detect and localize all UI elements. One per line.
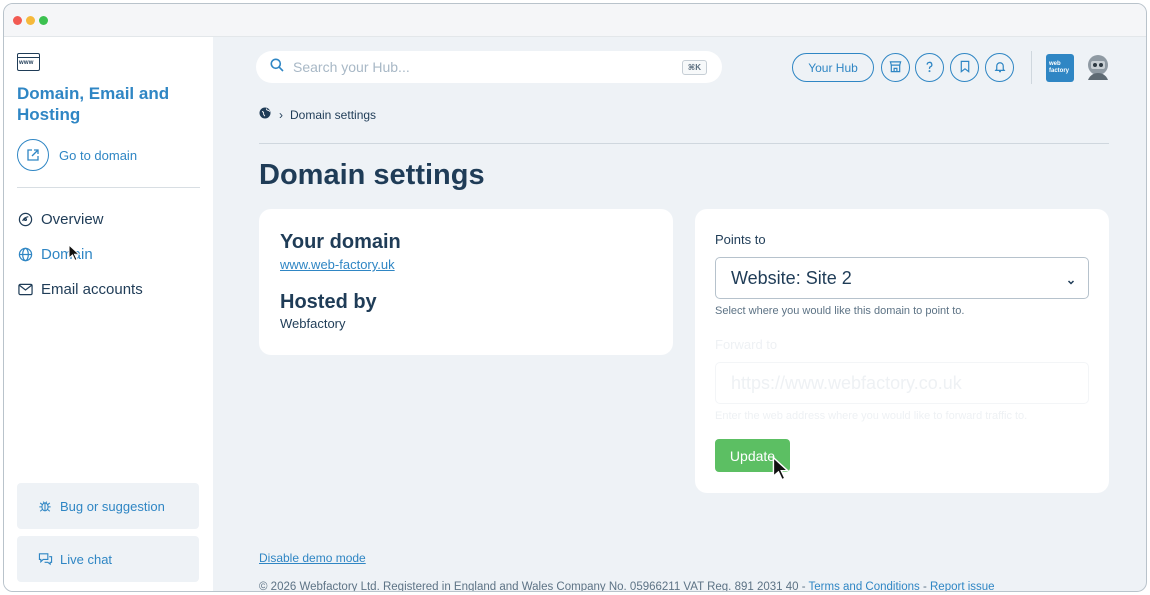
bug-icon [37,498,53,514]
live-chat-label: Live chat [60,551,113,567]
store-button[interactable] [881,53,910,82]
header-separator [259,143,1109,144]
minimize-window-button[interactable] [26,16,35,25]
live-chat-button[interactable]: Live chat [17,536,199,582]
search-bar[interactable]: ⌘K [256,51,722,83]
domain-link[interactable]: www.web-factory.uk [280,257,395,272]
disable-demo-mode-link[interactable]: Disable demo mode [259,551,366,565]
report-issue-link[interactable]: Report issue [930,581,995,591]
search-input[interactable] [293,59,673,75]
globe-icon [17,246,33,262]
help-button[interactable] [915,53,944,82]
forward-to-label: Forward to [715,337,778,352]
points-to-select[interactable]: Website: Site 2 [715,257,1089,299]
your-hub-button[interactable]: Your Hub [792,53,874,82]
points-to-label: Points to [715,232,766,247]
hosted-by-heading: Hosted by [280,291,377,313]
search-shortcut-badge: ⌘K [681,60,707,75]
footer-separator: - [919,581,930,592]
domain-info-card: Your domain www.web-factory.uk Hosted by… [259,209,673,355]
sidebar-item-label: Domain [41,245,93,263]
webfactory-logo[interactable]: web factory [1046,54,1074,82]
sidebar-item-email-accounts[interactable]: Email accounts [17,278,143,300]
store-icon [889,60,902,76]
go-to-domain-button[interactable]: Go to domain [17,138,137,172]
sidebar-item-domain[interactable]: Domain [17,243,93,265]
footer: © 2026 Webfactory Ltd. Registered in Eng… [259,581,995,592]
bookmark-button[interactable] [950,53,979,82]
points-to-card: Points to Website: Site 2 Select where y… [695,209,1109,493]
close-window-button[interactable] [13,16,22,25]
maximize-window-button[interactable] [39,16,48,25]
avatar[interactable] [1084,53,1112,82]
bell-icon [994,60,1006,76]
terms-link[interactable]: Terms and Conditions [809,581,920,591]
www-icon: www [17,53,40,71]
help-icon [923,60,936,76]
breadcrumb-current: Domain settings [290,107,377,122]
notifications-button[interactable] [985,53,1014,82]
chevron-down-icon [1066,271,1076,292]
sidebar-item-label: Email accounts [41,280,143,298]
points-to-selected-value: Website: Site 2 [731,267,852,288]
forward-to-input: https://www.webfactory.co.uk [715,362,1089,404]
title-bar [4,4,1146,37]
sidebar-item-label: Overview [41,210,104,228]
bug-or-suggestion-button[interactable]: Bug or suggestion [17,483,199,529]
home-globe-icon[interactable] [259,107,271,122]
points-to-help: Select where you would like this domain … [715,305,965,317]
page-title: Domain settings [259,159,485,191]
host-name: Webfactory [280,316,346,331]
chevron-right-icon: › [279,107,283,122]
update-button[interactable]: Update [715,439,790,472]
breadcrumb: › Domain settings [259,107,376,122]
your-domain-heading: Your domain [280,231,401,253]
search-icon [270,58,284,77]
sidebar-title: Domain, Email and Hosting [17,84,170,124]
mail-icon [17,281,33,297]
app-window: www Domain, Email and Hosting Go to doma… [3,3,1147,592]
main-content: ⌘K Your Hub [213,37,1146,592]
bug-or-suggestion-label: Bug or suggestion [60,498,165,514]
sidebar: www Domain, Email and Hosting Go to doma… [4,37,213,591]
copyright-text: © 2026 Webfactory Ltd. Registered in Eng… [259,581,809,592]
forward-to-help: Enter the web address where you would li… [715,410,1028,422]
external-link-icon [17,139,49,171]
header-divider [1031,51,1032,84]
sidebar-item-overview[interactable]: Overview [17,208,104,230]
chat-icon [37,551,53,567]
sidebar-divider [17,187,200,188]
bookmark-icon [959,60,971,76]
overview-icon [17,211,33,227]
go-to-domain-label: Go to domain [59,147,138,163]
